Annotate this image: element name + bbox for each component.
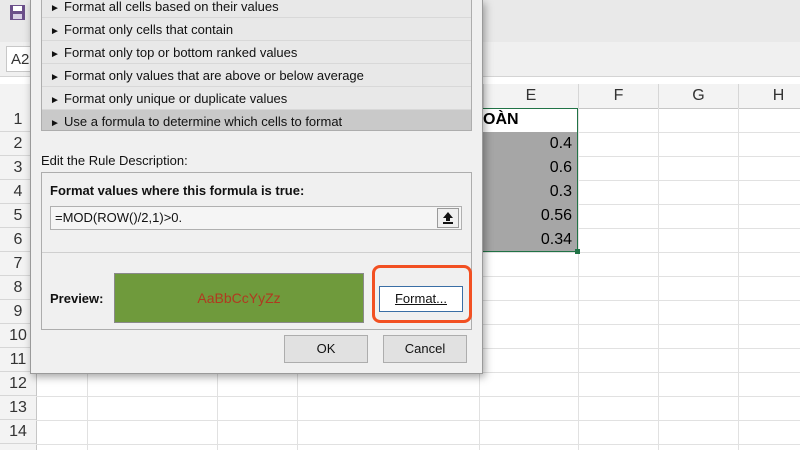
triangle-right-icon: ►: [50, 3, 60, 14]
gridline: [36, 420, 800, 421]
column-header-h[interactable]: H: [738, 84, 800, 108]
column-header-e[interactable]: E: [483, 84, 578, 108]
formula-input[interactable]: =MOD(ROW()/2,1)>0.: [50, 206, 462, 230]
triangle-right-icon: ►: [50, 72, 60, 83]
rule-type-item[interactable]: ► Format only cells that contain: [42, 18, 471, 41]
format-button-label: Format...: [394, 291, 447, 306]
gridline: [578, 108, 579, 450]
rule-type-label: Format only unique or duplicate values: [64, 91, 288, 106]
row-header-14[interactable]: 14: [0, 420, 36, 444]
triangle-right-icon: ►: [50, 26, 60, 37]
rule-type-label: Format all cells based on their values: [64, 0, 279, 14]
rule-type-list[interactable]: ► Format all cells based on their values ►…: [41, 0, 472, 131]
column-header-f[interactable]: F: [578, 84, 658, 108]
rule-type-label: Format only top or bottom ranked values: [64, 45, 298, 60]
rule-type-item[interactable]: ► Format only values that are above or be…: [42, 64, 471, 87]
rule-type-label: Format only cells that contain: [64, 22, 234, 37]
format-button[interactable]: Format...: [379, 286, 463, 312]
triangle-right-icon: ►: [50, 49, 60, 60]
collapse-dialog-button[interactable]: [437, 208, 459, 228]
row-header-12[interactable]: 12: [0, 372, 36, 396]
gridline: [658, 108, 659, 450]
format-preview: AaBbCcYyZz: [114, 273, 364, 323]
rule-description-group: Format values where this formula is true…: [41, 172, 472, 330]
section-divider: [42, 252, 471, 253]
edit-rule-description-label: Edit the Rule Description:: [41, 153, 188, 168]
triangle-right-icon: ►: [50, 95, 60, 106]
ok-button[interactable]: OK: [284, 335, 368, 363]
collapse-arrow-icon: [443, 212, 453, 224]
triangle-right-icon: ►: [50, 118, 60, 129]
rule-type-item[interactable]: ► Format only top or bottom ranked values: [42, 41, 471, 64]
rule-type-label: Format only values that are above or bel…: [64, 68, 364, 83]
fill-handle[interactable]: [575, 249, 580, 254]
selection-range: [479, 108, 578, 252]
formula-label: Format values where this formula is true…: [50, 183, 305, 198]
preview-label: Preview:: [50, 291, 104, 306]
cancel-button[interactable]: Cancel: [383, 335, 467, 363]
row-header-13[interactable]: 13: [0, 396, 36, 420]
formula-text: =MOD(ROW()/2,1)>0.: [55, 210, 183, 225]
rule-type-item[interactable]: ► Format all cells based on their values: [42, 0, 471, 18]
column-header-g[interactable]: G: [658, 84, 738, 108]
save-icon[interactable]: [9, 4, 26, 21]
rule-type-item[interactable]: ► Use a formula to determine which cells …: [42, 110, 471, 130]
gridline: [36, 396, 800, 397]
gridline: [738, 108, 739, 450]
gridline: [36, 444, 800, 445]
new-formatting-rule-dialog: ► Format all cells based on their values ►…: [30, 0, 483, 374]
rule-type-item[interactable]: ► Format only unique or duplicate values: [42, 87, 471, 110]
rule-type-label: Use a formula to determine which cells t…: [64, 114, 343, 129]
